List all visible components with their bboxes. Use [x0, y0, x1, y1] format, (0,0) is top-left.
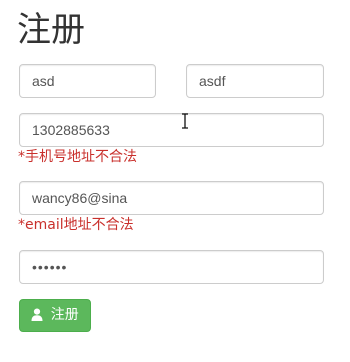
first-name-input[interactable] [19, 64, 156, 98]
register-button[interactable]: 注册 [19, 299, 91, 332]
text-cursor-icon [180, 113, 190, 133]
phone-input[interactable] [19, 113, 324, 147]
password-input[interactable]: •••••• [19, 250, 324, 284]
register-page: 注册 *手机号地址不合法 *email地址不合法 •••••• 注册 [0, 0, 350, 362]
last-name-input[interactable] [186, 64, 324, 98]
page-title: 注册 [17, 10, 85, 50]
register-button-label: 注册 [50, 307, 79, 323]
phone-error-message: *手机号地址不合法 [18, 149, 137, 165]
user-icon [31, 307, 50, 323]
email-input[interactable] [19, 181, 324, 215]
email-error-message: *email地址不合法 [18, 217, 134, 233]
